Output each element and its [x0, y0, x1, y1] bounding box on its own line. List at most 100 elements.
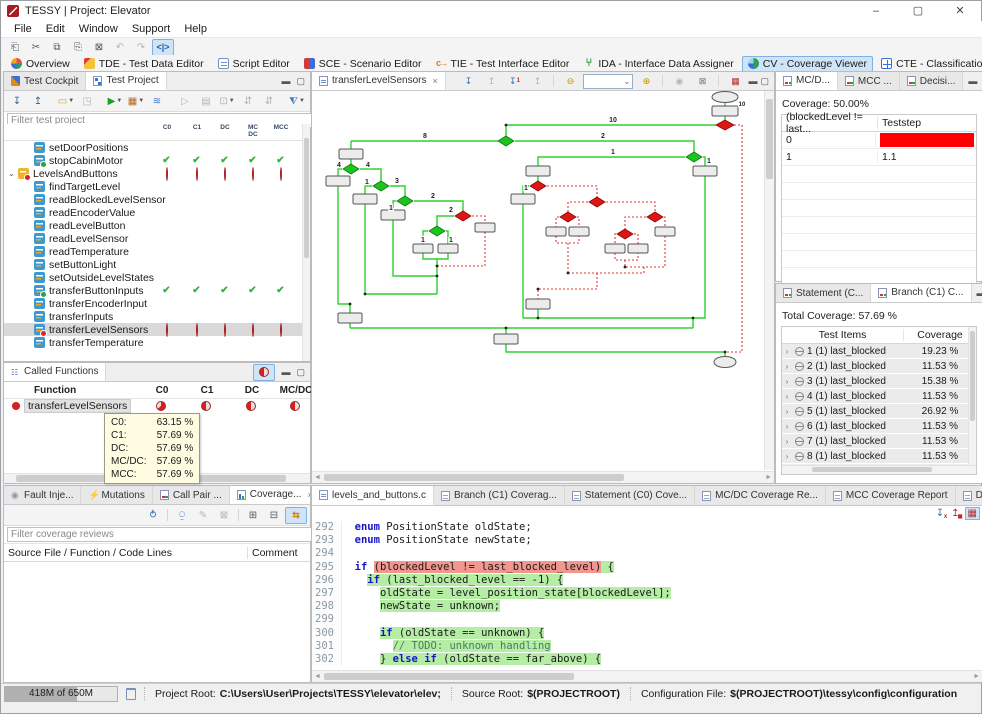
redo-icon[interactable]: ↷ — [131, 40, 151, 55]
tab-levels-and-buttons-c[interactable]: levels_and_buttons.c — [312, 486, 434, 505]
report-icon[interactable]: ▦▼ — [126, 94, 146, 109]
tab-coverage[interactable]: Coverage...× — [230, 486, 310, 504]
uncovered-decision-nodes[interactable] — [455, 120, 734, 239]
tab-test-project[interactable]: Test Project — [86, 72, 166, 90]
expand-all-icon[interactable]: ⊞ — [243, 508, 263, 523]
expander-icon[interactable]: › — [782, 422, 792, 431]
tree-item-readencodervalue[interactable]: readEncoderValue — [4, 206, 310, 219]
tree-item-readblockedlevelsensor[interactable]: readBlockedLevelSensor — [4, 193, 310, 206]
code-line-298[interactable]: 298 newState = unknown; — [312, 600, 982, 613]
cut-icon[interactable]: ✂ — [26, 40, 46, 55]
editor-button-overview[interactable]: Overview — [5, 56, 76, 72]
mcdc-row[interactable] — [782, 183, 976, 200]
memory-indicator[interactable]: 418M of 650M — [4, 686, 118, 702]
mcdc-row[interactable] — [782, 251, 976, 268]
mcdc-row[interactable]: 0 — [782, 132, 976, 149]
disabled-icon-4[interactable]: ⇵ — [238, 94, 258, 109]
prev-uncovered-icon[interactable]: ↧x — [934, 508, 946, 519]
tab-dc-coverage-report[interactable]: DC Coverage Report — [956, 486, 982, 505]
align-down-icon[interactable]: ↧ — [458, 74, 478, 89]
source-code-view[interactable]: 292 enum PositionState oldState;293 enum… — [312, 521, 982, 670]
new-window-icon[interactable]: ⎗ — [5, 40, 25, 55]
tree-item-transfertemperature[interactable]: transferTemperature — [4, 336, 310, 349]
disabled-icon-5[interactable]: ⇵ — [259, 94, 279, 109]
reviews-col-source[interactable]: Source File / Function / Code Lines — [4, 547, 247, 559]
editor-button-script-editor[interactable]: Script Editor — [212, 56, 296, 72]
tree-col-c0[interactable]: C0 — [154, 125, 180, 132]
tab-test-cockpit[interactable]: Test Cockpit — [4, 72, 86, 90]
tab-mc-dc-coverage-re[interactable]: MC/DC Coverage Re... — [695, 486, 826, 505]
minimize-panel-icon[interactable]: ▬ — [968, 77, 977, 86]
cf-col-function[interactable]: Function — [34, 385, 74, 396]
zoom-in-icon[interactable]: ⊕ — [636, 74, 656, 89]
code-line-293[interactable]: 293 enum PositionState newState; — [312, 534, 982, 547]
editor-button-tie-test-interface-editor[interactable]: TIE - Test Interface Editor — [430, 56, 576, 72]
tab-fault-inje[interactable]: Fault Inje... — [4, 486, 81, 504]
tab-transferlevelsensors[interactable]: transferLevelSensors× — [312, 72, 446, 90]
flow-graph-canvas[interactable]: 10 10 8 2 4 4 1 3 1 2 1 1 1 1 1 2 — [313, 91, 763, 470]
maximize-button[interactable]: ▢ — [897, 1, 939, 21]
show-report-icon[interactable]: ▦ — [965, 507, 980, 520]
start-node[interactable] — [712, 92, 738, 103]
minimize-panel-icon[interactable]: ▬ — [281, 368, 290, 377]
highlight-icon[interactable]: ◉ — [669, 74, 689, 89]
expander-icon[interactable]: › — [782, 407, 792, 416]
tree-item-levelsandbuttons[interactable]: ⌄LevelsAndButtons — [4, 167, 310, 180]
branch-row-1-1-last-blocked[interactable]: ›1 (1) last_blocked19.23 % — [782, 344, 976, 358]
tree-item-readtemperature[interactable]: readTemperature — [4, 245, 310, 258]
branch-row-6-1-last-blocked[interactable]: ›6 (1) last_blocked11.53 % — [782, 419, 976, 433]
branch-row-7-1-last-blocked[interactable]: ›7 (1) last_blocked11.53 % — [782, 434, 976, 448]
menu-file[interactable]: File — [7, 23, 39, 35]
branch-row-4-1-last-blocked[interactable]: ›4 (1) last_blocked11.53 % — [782, 389, 976, 403]
cf-col-dc[interactable]: DC — [232, 385, 272, 396]
code-line-300[interactable]: 300 if (oldState == unknown) { — [312, 627, 982, 640]
expander-icon[interactable]: › — [782, 362, 792, 371]
tab-branch-c1-coverag[interactable]: Branch (C1) Coverag... — [434, 486, 565, 505]
tab-mcc-coverage-report[interactable]: MCC Coverage Report — [826, 486, 956, 505]
maximize-panel-icon[interactable]: ▢ — [760, 77, 769, 86]
edit-review-icon[interactable]: ✎ — [193, 508, 213, 523]
menu-window[interactable]: Window — [72, 23, 125, 35]
tab-statement-c[interactable]: Statement (C... — [776, 284, 871, 302]
delete-review-icon[interactable]: ⊠ — [214, 508, 234, 523]
stamp-icon[interactable]: ◳ — [77, 94, 97, 109]
minimize-panel-icon[interactable]: ▬ — [748, 77, 757, 86]
close-button[interactable]: ✕ — [939, 1, 981, 21]
layers-icon[interactable]: ≋ — [147, 94, 167, 109]
code-line-294[interactable]: 294 — [312, 547, 982, 560]
branch-row-8-1-last-blocked[interactable]: ›8 (1) last_blocked11.53 % — [782, 449, 976, 463]
expander-icon[interactable]: › — [782, 392, 792, 401]
tree-item-stopcabinmotor[interactable]: stopCabinMotor✔✔✔✔✔ — [4, 154, 310, 167]
editor-button-tde-test-data-editor[interactable]: TDE - Test Data Editor — [78, 56, 210, 72]
filter-icon[interactable]: ⧨▼ — [287, 94, 307, 109]
garbage-collect-icon[interactable] — [126, 688, 136, 700]
close-tab-icon[interactable]: × — [433, 76, 438, 86]
branch-vscrollbar[interactable] — [968, 327, 976, 474]
tab-called-functions[interactable]: Called Functions — [4, 363, 106, 381]
expander-icon[interactable]: › — [782, 347, 792, 356]
cf-col-c1[interactable]: C1 — [187, 385, 227, 396]
export-icon[interactable]: ↥ — [28, 94, 48, 109]
expander-icon[interactable]: › — [782, 452, 792, 461]
tree-item-transferencoderinput[interactable]: transferEncoderInput — [4, 297, 310, 310]
tree-col-mcc[interactable]: MCC — [268, 125, 294, 132]
disabled-icon-1[interactable]: ▷ — [175, 94, 195, 109]
goto-up-icon[interactable]: ↥ — [527, 74, 547, 89]
tree-item-readlevelbutton[interactable]: readLevelButton — [4, 219, 310, 232]
run-tests-icon[interactable]: ▶▼ — [105, 94, 125, 109]
tree-item-transferbuttoninputs[interactable]: transferButtonInputs✔✔✔✔✔ — [4, 284, 310, 297]
tree-col-c1[interactable]: C1 — [184, 125, 210, 132]
mcdc-col-1[interactable]: Teststep — [877, 117, 976, 129]
editor-button-sce-scenario-editor[interactable]: SCE - Scenario Editor — [298, 56, 428, 72]
cf-col-mc-dc[interactable]: MC/DC — [276, 385, 316, 396]
branch-row-3-1-last-blocked[interactable]: ›3 (1) last_blocked15.38 % — [782, 374, 976, 388]
tree-item-setdoorpositions[interactable]: setDoorPositions — [4, 141, 310, 154]
code-line-292[interactable]: 292 enum PositionState oldState; — [312, 521, 982, 534]
code-line-296[interactable]: 296 if (last_blocked_level == -1) { — [312, 574, 982, 587]
collapse-all-icon[interactable]: ⊟ — [264, 508, 284, 523]
code-line-302[interactable]: 302 } else if (oldState == far_above) { — [312, 653, 982, 666]
code-line-295[interactable]: 295 if (blockedLevel != last_blocked_lev… — [312, 561, 982, 574]
minimize-panel-icon[interactable]: ▬ — [281, 77, 290, 86]
tab-decisi[interactable]: Decisi... — [900, 72, 964, 90]
source-hscrollbar[interactable]: ◄► — [312, 670, 982, 682]
